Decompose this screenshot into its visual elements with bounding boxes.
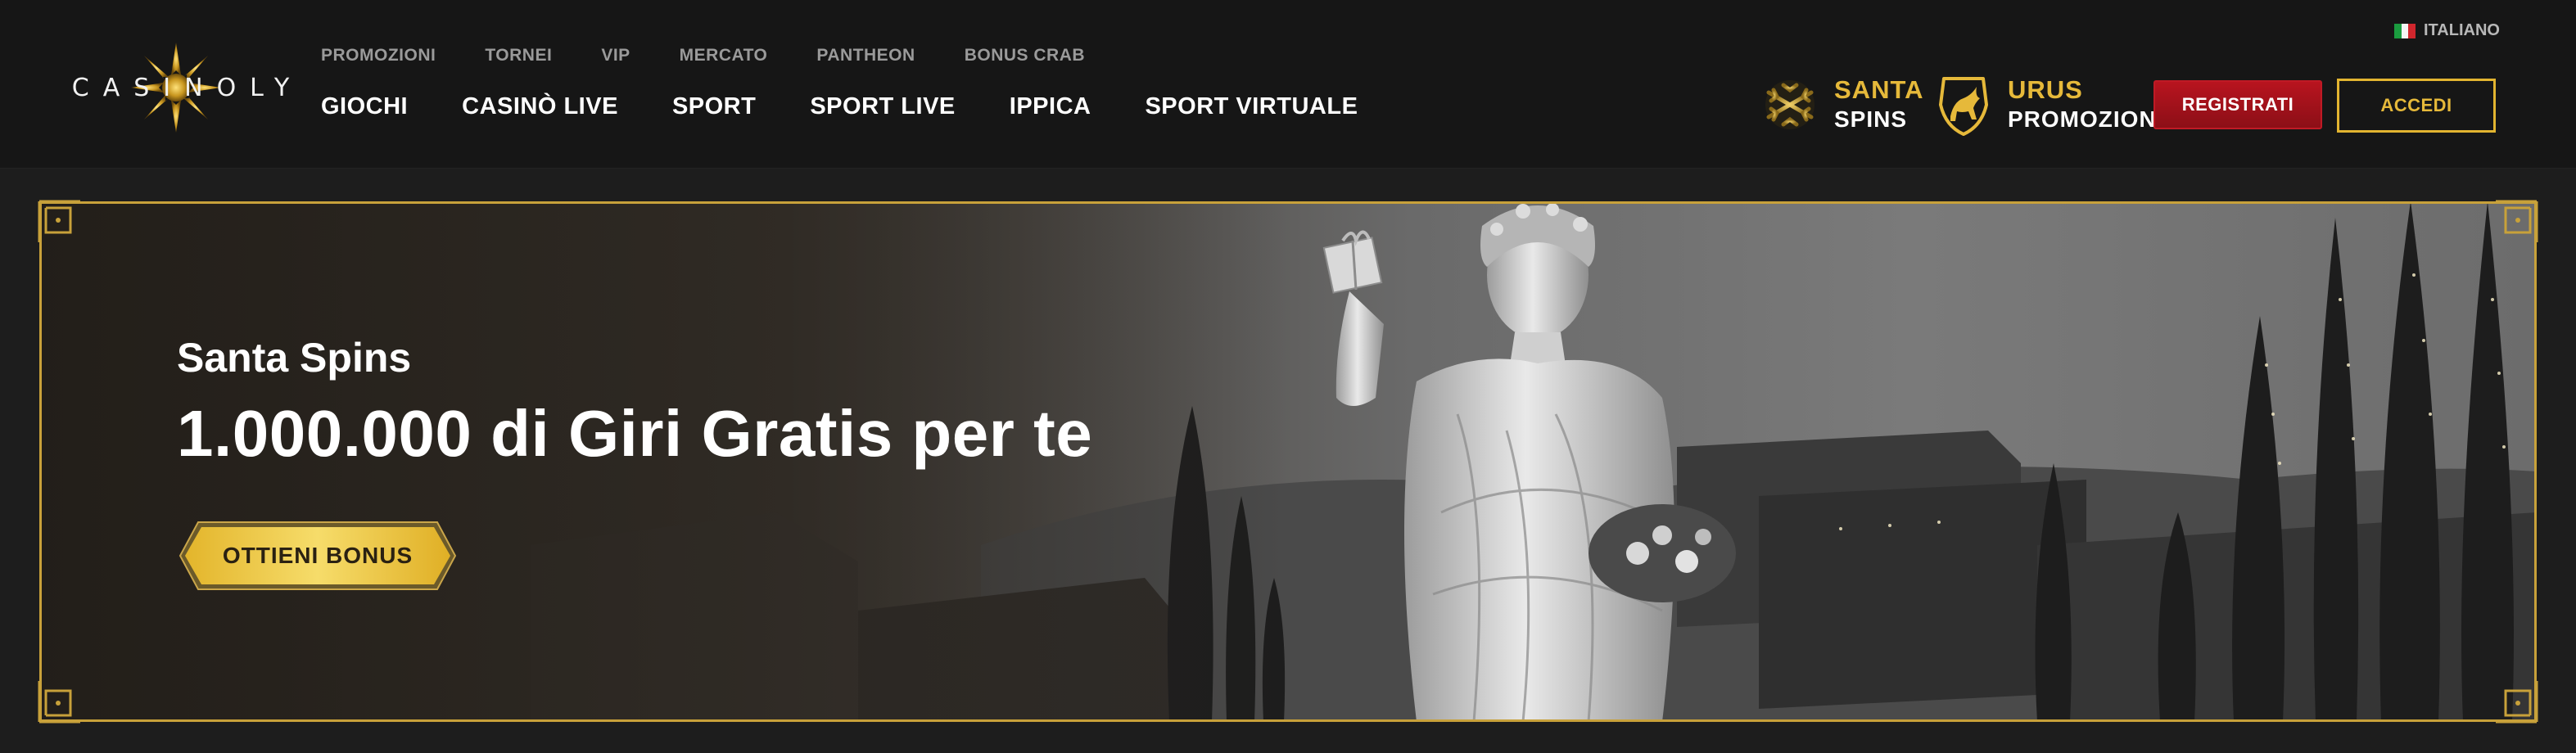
language-selector[interactable]: ITALIANO bbox=[2394, 21, 2500, 40]
bull-icon bbox=[1939, 77, 1988, 136]
urus-promo[interactable]: URUS PROMOZIONE bbox=[1932, 72, 2172, 138]
language-label: ITALIANO bbox=[2424, 21, 2500, 39]
casinoly-logo[interactable]: CASINOLY bbox=[72, 43, 289, 133]
frame-corner-bottom-left bbox=[38, 681, 80, 724]
nav-giochi[interactable]: GIOCHI bbox=[321, 93, 408, 120]
santa-promo-title: SANTA bbox=[1834, 75, 1924, 104]
subnav-vip[interactable]: VIP bbox=[601, 46, 630, 65]
hero-title: 1.000.000 di Giri Gratis per te bbox=[177, 397, 1093, 470]
nav-casino-live[interactable]: CASINÒ LIVE bbox=[462, 93, 618, 120]
nav-sport-virtuale[interactable]: SPORT VIRTUALE bbox=[1145, 93, 1358, 120]
nav-sport-live[interactable]: SPORT LIVE bbox=[810, 93, 955, 120]
subnav-mercato[interactable]: MERCATO bbox=[680, 46, 768, 65]
urus-promo-subtitle: PROMOZIONE bbox=[2008, 106, 2173, 132]
subnav-tornei[interactable]: TORNEI bbox=[485, 46, 552, 65]
secondary-nav: PROMOZIONI TORNEI VIP MERCATO PANTHEON B… bbox=[321, 46, 1134, 65]
urus-promo-title: URUS bbox=[2008, 75, 2083, 104]
subnav-bonus-crab[interactable]: BONUS CRAB bbox=[965, 46, 1085, 65]
frame-corner-top-right bbox=[2496, 200, 2538, 242]
nav-ippica[interactable]: IPPICA bbox=[1010, 93, 1091, 120]
login-button[interactable]: ACCEDI bbox=[2337, 79, 2496, 133]
main-nav: GIOCHI CASINÒ LIVE SPORT SPORT LIVE IPPI… bbox=[321, 93, 1412, 120]
frame-corner-top-left bbox=[38, 200, 80, 242]
get-bonus-label: OTTIENI BONUS bbox=[222, 543, 414, 568]
subnav-pantheon[interactable]: PANTHEON bbox=[816, 46, 915, 65]
santa-spins-promo[interactable]: SANTA SPINS bbox=[1759, 72, 1923, 138]
get-bonus-button[interactable]: OTTIENI BONUS bbox=[177, 521, 459, 591]
nav-sport[interactable]: SPORT bbox=[672, 93, 756, 120]
snowflake-icon bbox=[1765, 78, 1814, 132]
logo-text: CASINOLY bbox=[71, 73, 304, 102]
frame-corner-bottom-right bbox=[2496, 681, 2538, 724]
santa-promo-subtitle: SPINS bbox=[1834, 106, 1908, 132]
italy-flag-icon bbox=[2394, 23, 2416, 38]
statue-figure-image bbox=[1322, 203, 1736, 722]
subnav-promozioni[interactable]: PROMOZIONI bbox=[321, 46, 436, 65]
register-button[interactable]: REGISTRATI bbox=[2153, 80, 2322, 129]
site-header: CASINOLY PROMOZIONI TORNEI VIP MERCATO P… bbox=[0, 0, 2576, 169]
hero-subtitle: Santa Spins bbox=[177, 335, 412, 381]
